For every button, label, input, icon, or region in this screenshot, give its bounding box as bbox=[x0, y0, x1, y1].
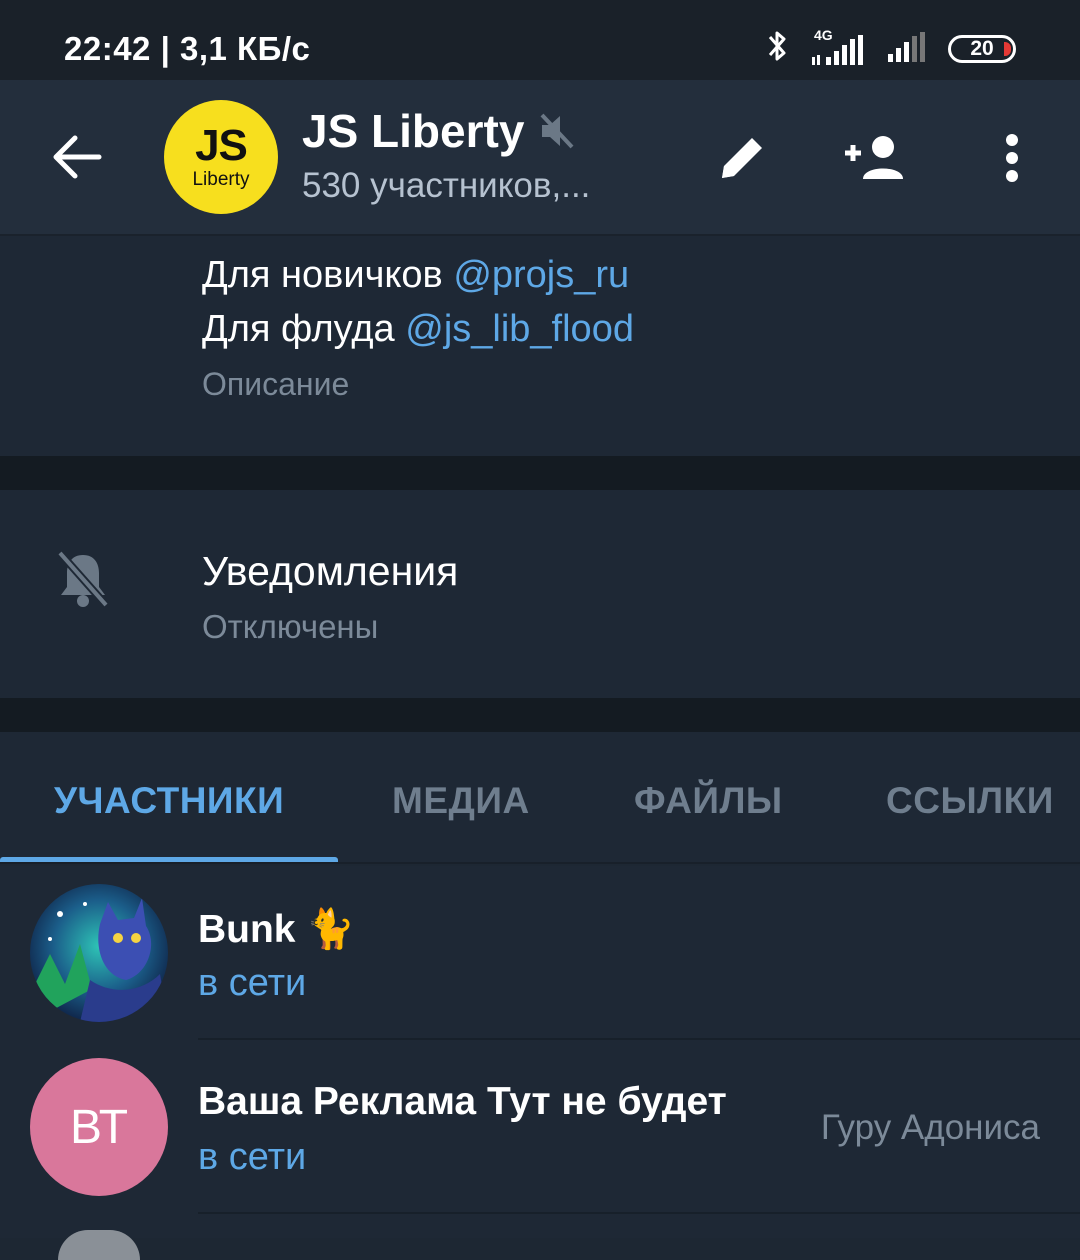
notifications-title: Уведомления bbox=[202, 548, 459, 594]
muted-speaker-icon bbox=[540, 113, 574, 149]
notifications-value: Отключены bbox=[202, 608, 379, 645]
section-divider bbox=[0, 698, 1080, 732]
member-role: Гуру Адониса bbox=[820, 1108, 1040, 1147]
member-name: Bunk 🐈 bbox=[198, 908, 355, 951]
description-label: Описание bbox=[202, 366, 350, 402]
avatar: ВТ bbox=[30, 1058, 168, 1196]
battery-icon: 20 bbox=[948, 34, 1016, 63]
active-tab-indicator bbox=[0, 857, 338, 862]
battery-level: 20 bbox=[970, 36, 994, 60]
avatar-initials: ВТ bbox=[30, 1058, 168, 1196]
signal-icon bbox=[886, 28, 930, 69]
tab-links[interactable]: ССЫЛКИ bbox=[886, 780, 1054, 822]
description-text: Для новичков bbox=[202, 254, 454, 296]
profile-tabs: УЧАСТНИКИ МЕДИА ФАЙЛЫ ССЫЛКИ bbox=[0, 732, 1080, 864]
member-name: Ваша Реклама Тут не будет bbox=[198, 1080, 727, 1123]
link-projs-ru[interactable]: @projs_ru bbox=[453, 254, 629, 296]
list-divider bbox=[198, 1212, 1080, 1214]
add-user-icon bbox=[845, 136, 903, 179]
list-item[interactable]: ВТ Ваша Реклама Тут не будет в сети Гуру… bbox=[0, 1040, 1080, 1214]
description-text: Для флуда bbox=[202, 308, 406, 350]
back-button[interactable] bbox=[44, 124, 110, 190]
tab-files[interactable]: ФАЙЛЫ bbox=[634, 780, 783, 822]
battery-tip bbox=[1004, 41, 1011, 56]
description-line-flood: Для флуда @js_lib_flood bbox=[202, 308, 634, 351]
avatar-logo-subtext: Liberty bbox=[192, 169, 250, 190]
signal-4g-icon: 4G bbox=[808, 27, 868, 67]
notifications-setting[interactable]: Уведомления Отключены bbox=[0, 490, 1080, 698]
member-count: 530 участников,... bbox=[302, 166, 591, 205]
avatar bbox=[30, 884, 168, 1022]
member-status: в сети bbox=[198, 1136, 307, 1178]
avatar[interactable] bbox=[58, 1230, 140, 1260]
kebab-menu-icon bbox=[1006, 134, 1018, 182]
member-status: в сети bbox=[198, 962, 307, 1004]
status-time: 22:42 | 3,1 КБ/с bbox=[64, 30, 311, 67]
more-options-button[interactable] bbox=[976, 122, 1048, 194]
arrow-left-icon bbox=[53, 135, 102, 179]
avatar-logo-text: JS bbox=[195, 121, 248, 170]
tab-members[interactable]: УЧАСТНИКИ bbox=[54, 780, 284, 822]
link-js-lib-flood[interactable]: @js_lib_flood bbox=[405, 308, 634, 350]
group-name: JS Liberty bbox=[302, 105, 525, 157]
status-icons: 4G 20 bbox=[766, 27, 1016, 69]
pencil-icon bbox=[722, 138, 762, 178]
group-avatar[interactable]: JS Liberty bbox=[164, 100, 278, 214]
status-bar: 22:42 | 3,1 КБ/с 4G 20 bbox=[0, 0, 1080, 80]
group-description: Для новичков @projs_ru Для флуда @js_lib… bbox=[0, 236, 1080, 456]
bell-off-icon bbox=[50, 546, 116, 612]
list-item[interactable]: Bunk 🐈 в сети bbox=[0, 866, 1080, 1040]
add-member-button[interactable] bbox=[840, 122, 912, 194]
tab-media[interactable]: МЕДИА bbox=[392, 780, 530, 822]
edit-button[interactable] bbox=[706, 122, 778, 194]
members-list: Bunk 🐈 в сети ВТ Ваша Реклама Тут не буд… bbox=[0, 866, 1080, 1260]
chat-header: JS Liberty JS Liberty 530 участников,... bbox=[0, 80, 1080, 236]
group-title: JS Liberty bbox=[302, 104, 576, 158]
description-line-newbies: Для новичков @projs_ru bbox=[202, 254, 629, 297]
section-divider bbox=[0, 456, 1080, 490]
bluetooth-icon bbox=[766, 28, 790, 69]
